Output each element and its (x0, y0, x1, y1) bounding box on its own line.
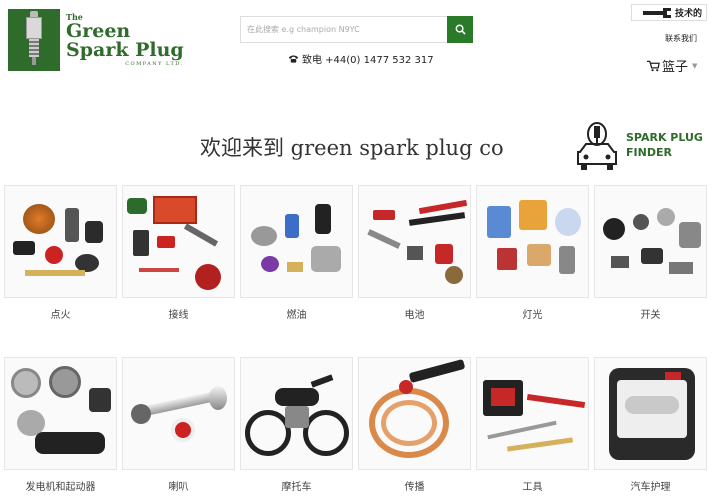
category-image-wiring (122, 185, 235, 298)
phone-label: 致电 +44(0) 1477 532 317 (302, 55, 434, 66)
category-tile-alternators-starters[interactable]: 发电机和起动器 (4, 357, 117, 493)
category-image-switches (594, 185, 707, 298)
category-image-car-care (594, 357, 707, 470)
category-tile-lighting[interactable]: 灯光 (476, 185, 589, 321)
category-row-1: 点火 接线 燃油 电池 灯光 开关 (4, 185, 707, 321)
category-tile-transmission[interactable]: 传播 (358, 357, 471, 493)
wrench-icon (642, 7, 671, 18)
category-label: 燃油 (286, 310, 307, 321)
category-tile-tools[interactable]: 工具 (476, 357, 589, 493)
finder-line1: SPARK PLUG (626, 131, 703, 145)
category-image-ignition (4, 185, 117, 298)
category-label: 灯光 (522, 310, 543, 321)
cart-icon (647, 60, 660, 71)
basket-button[interactable]: 篮子 ▼ (647, 56, 697, 75)
search-bar (240, 16, 473, 43)
category-label: 喇叭 (168, 482, 189, 493)
category-tile-battery[interactable]: 电池 (358, 185, 471, 321)
spark-plug-finder-link[interactable]: SPARK PLUG FINDER (574, 120, 703, 172)
category-image-tools (476, 357, 589, 470)
category-label: 传播 (404, 482, 425, 493)
category-tile-switches[interactable]: 开关 (594, 185, 707, 321)
site-logo[interactable]: The Green Spark Plug COMPANY LTD. (8, 8, 186, 72)
category-tile-car-care[interactable]: 汽车护理 (594, 357, 707, 493)
basket-label: 篮子 (662, 60, 689, 75)
car-plug-icon (577, 122, 617, 170)
category-tile-motorcycle[interactable]: 摩托车 (240, 357, 353, 493)
category-image-lighting (476, 185, 589, 298)
contact-link[interactable]: 联系我们 (665, 33, 697, 44)
logo-line2: Spark Plug (66, 39, 184, 61)
spark-plug-logo-icon (8, 9, 60, 71)
chevron-down-icon: ▼ (692, 61, 698, 70)
category-label: 点火 (50, 310, 71, 321)
finder-line2: FINDER (626, 146, 672, 159)
category-label: 工具 (522, 482, 543, 493)
phone-icon (288, 54, 299, 63)
category-image-alternators-starters (4, 357, 117, 470)
search-input[interactable] (240, 16, 447, 43)
category-image-battery (358, 185, 471, 298)
category-image-motorcycle (240, 357, 353, 470)
category-row-2: 发电机和起动器 喇叭 摩托车 传播 工具 汽车护理 (4, 357, 707, 493)
logo-wordmark: The Green Spark Plug COMPANY LTD. (66, 13, 184, 67)
search-icon (455, 24, 466, 35)
category-label: 摩托车 (281, 482, 312, 493)
category-label: 电池 (404, 310, 425, 321)
welcome-heading: 欢迎来到 green spark plug co (200, 136, 504, 160)
phone-contact[interactable]: 致电 +44(0) 1477 532 317 (288, 51, 434, 66)
category-tile-horns[interactable]: 喇叭 (122, 357, 235, 493)
logo-company: COMPANY LTD. (125, 61, 184, 67)
category-label: 接线 (168, 310, 189, 321)
category-tile-wiring[interactable]: 接线 (122, 185, 235, 321)
tech-label: 技术的 (674, 9, 702, 19)
category-label: 开关 (640, 310, 661, 321)
finder-label: SPARK PLUG FINDER (626, 131, 703, 161)
search-button[interactable] (447, 16, 473, 43)
tech-button[interactable]: 技术的 (631, 4, 707, 21)
category-image-fuel (240, 185, 353, 298)
category-label: 汽车护理 (630, 482, 671, 493)
category-image-transmission (358, 357, 471, 470)
category-label: 发电机和起动器 (25, 482, 96, 493)
category-image-horns (122, 357, 235, 470)
category-tile-fuel[interactable]: 燃油 (240, 185, 353, 321)
category-tile-ignition[interactable]: 点火 (4, 185, 117, 321)
